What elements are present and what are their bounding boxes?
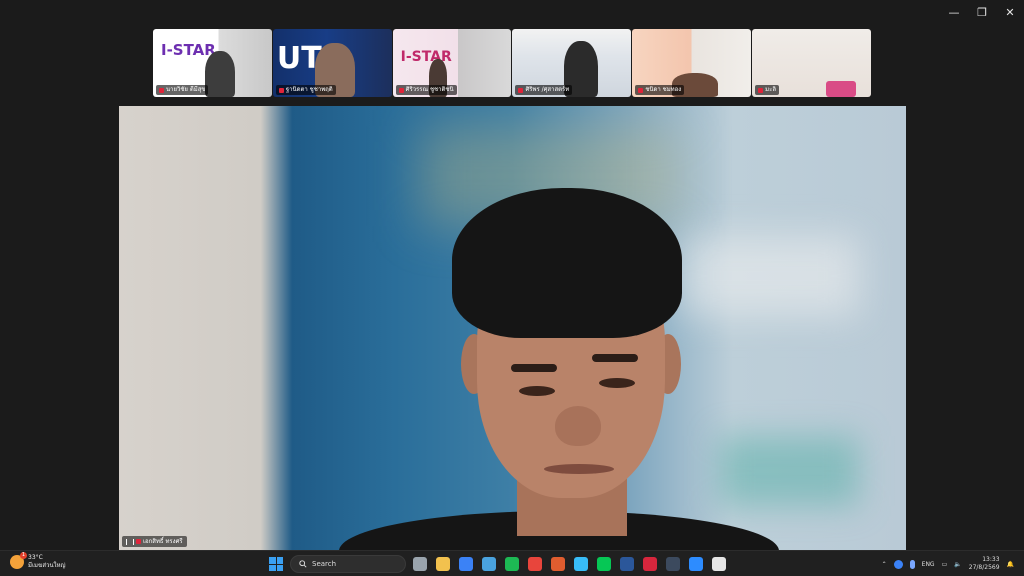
mute-icon xyxy=(398,87,404,93)
line-icon[interactable] xyxy=(597,557,611,571)
speaker-nose xyxy=(555,406,601,446)
participant-tile[interactable]: ศิริพร /ศุสาสตร์ท xyxy=(512,29,632,97)
speaker-brow xyxy=(592,354,638,362)
tray-app-icon[interactable] xyxy=(893,559,903,569)
mute-icon xyxy=(136,539,141,544)
background-blur xyxy=(719,436,859,506)
zoom-window: — ❐ ✕ I-STAR นายวิชัย ดีมีสุข UTS ฐานิดต… xyxy=(0,0,1024,550)
window-titlebar: — ❐ ✕ xyxy=(940,0,1024,24)
restore-button[interactable]: ❐ xyxy=(968,0,996,24)
active-speaker-video[interactable]: เอกสิทธิ์ ทรงศรี xyxy=(119,106,906,550)
lc-icon[interactable] xyxy=(666,557,680,571)
chrome-icon[interactable] xyxy=(528,557,542,571)
mute-icon xyxy=(159,87,164,93)
weather-widget[interactable]: 1 33°C มีเมฆส่วนใหญ่ xyxy=(10,552,66,570)
participant-name-label: ศิริพร /ศุสาสตร์ท xyxy=(515,85,573,95)
store-icon[interactable] xyxy=(459,557,473,571)
participant-name-label: ฐานิดตา ชูชาพฤติ xyxy=(275,85,336,95)
participant-name-label: มะลิ xyxy=(755,85,779,95)
participant-strip: I-STAR นายวิชัย ดีมีสุข UTS ฐานิดตา ชูชา… xyxy=(153,29,871,97)
spotify-icon[interactable] xyxy=(505,557,519,571)
clock[interactable]: 13:33 27/8/2569 xyxy=(969,556,1000,572)
media-player-icon[interactable] xyxy=(712,557,726,571)
zoom-icon[interactable] xyxy=(689,557,703,571)
notepad-icon[interactable] xyxy=(574,557,588,571)
system-tray: ⌃ ENG ▭ 🔈 13:33 27/8/2569 🔔 xyxy=(882,554,1014,574)
monitor-icon[interactable]: ▭ xyxy=(942,561,948,568)
participant-figure xyxy=(826,81,857,97)
speaker-name-label: เอกสิทธิ์ ทรงศรี xyxy=(122,536,187,547)
mute-icon xyxy=(638,87,644,93)
speaker-icon[interactable]: 🔈 xyxy=(954,561,961,568)
clock-date: 27/8/2569 xyxy=(968,564,1000,571)
participant-tile[interactable]: I-STAR ศิริวรรณ ชูชาติชนิ xyxy=(392,29,512,97)
speaker-eye xyxy=(599,378,635,388)
notification-badge: 1 xyxy=(20,552,27,559)
banner-text: I-STAR xyxy=(161,41,216,59)
word-icon[interactable] xyxy=(620,557,634,571)
taskbar-apps: Search xyxy=(269,554,726,574)
start-icon[interactable] xyxy=(269,557,283,571)
language-indicator[interactable]: ENG xyxy=(922,561,935,568)
participant-figure xyxy=(205,51,235,97)
office-icon[interactable] xyxy=(551,557,565,571)
participant-name-label: นายวิชัย ดีมีสุข xyxy=(156,85,209,95)
chevron-up-icon[interactable]: ⌃ xyxy=(882,561,887,568)
camera-icon[interactable] xyxy=(413,557,427,571)
participant-tile[interactable]: I-STAR นายวิชัย ดีมีสุข xyxy=(153,29,272,97)
participant-name-label: ชนิดา ชมทอง xyxy=(635,85,685,95)
file-explorer-icon[interactable] xyxy=(436,557,450,571)
search-label: Search xyxy=(312,560,337,568)
search-box[interactable]: Search xyxy=(290,555,406,573)
connection-signal-icon xyxy=(126,538,134,545)
minimize-button[interactable]: — xyxy=(940,0,968,24)
weather-description: มีเมฆส่วนใหญ่ xyxy=(28,562,66,569)
speaker-hair xyxy=(452,188,682,338)
mute-icon xyxy=(518,87,524,93)
weather-sun-icon: 1 xyxy=(10,552,27,569)
participant-name-label: ศิริวรรณ ชูชาติชนิ xyxy=(395,85,457,95)
background-blur xyxy=(679,236,859,316)
participant-tile[interactable]: มะลิ xyxy=(752,29,871,97)
speaker-brow xyxy=(511,364,557,372)
pdf-icon[interactable] xyxy=(643,557,657,571)
close-button[interactable]: ✕ xyxy=(996,0,1024,24)
notification-bell-icon[interactable]: 🔔 xyxy=(1007,561,1014,568)
weather-temperature: 33°C xyxy=(28,554,43,561)
clock-time: 13:33 xyxy=(982,556,1000,563)
windows-taskbar: 1 33°C มีเมฆส่วนใหญ่ Search ⌃ ENG ▭ 🔈 13… xyxy=(0,550,1024,576)
participant-tile[interactable]: UTS ฐานิดตา ชูชาพฤติ xyxy=(272,29,392,97)
mute-icon xyxy=(758,87,764,93)
speaker-eye xyxy=(519,386,555,396)
speaker-mouth xyxy=(544,464,614,474)
search-icon xyxy=(299,560,307,568)
microphone-icon[interactable] xyxy=(909,559,915,569)
mute-icon xyxy=(278,87,284,93)
mail-icon[interactable] xyxy=(482,557,496,571)
participant-tile[interactable]: ชนิดา ชมทอง xyxy=(632,29,752,97)
